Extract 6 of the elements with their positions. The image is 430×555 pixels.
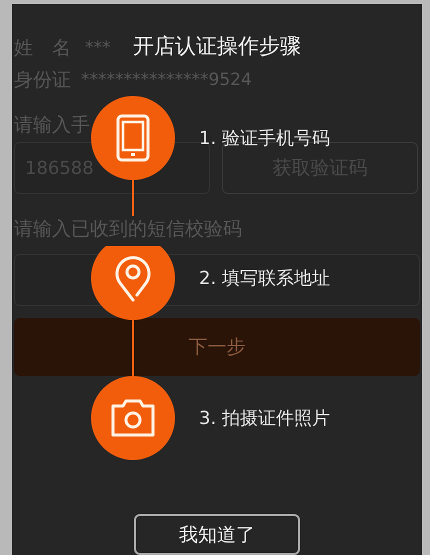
- step-label: 2. 填写联系地址: [199, 267, 330, 290]
- name-value: ***: [85, 38, 110, 58]
- next-button[interactable]: 下一步: [14, 318, 420, 376]
- got-it-button[interactable]: 我知道了: [134, 514, 300, 555]
- step-label: 3. 拍摄证件照片: [199, 407, 330, 430]
- guide-title: 开店认证操作步骤: [133, 33, 301, 60]
